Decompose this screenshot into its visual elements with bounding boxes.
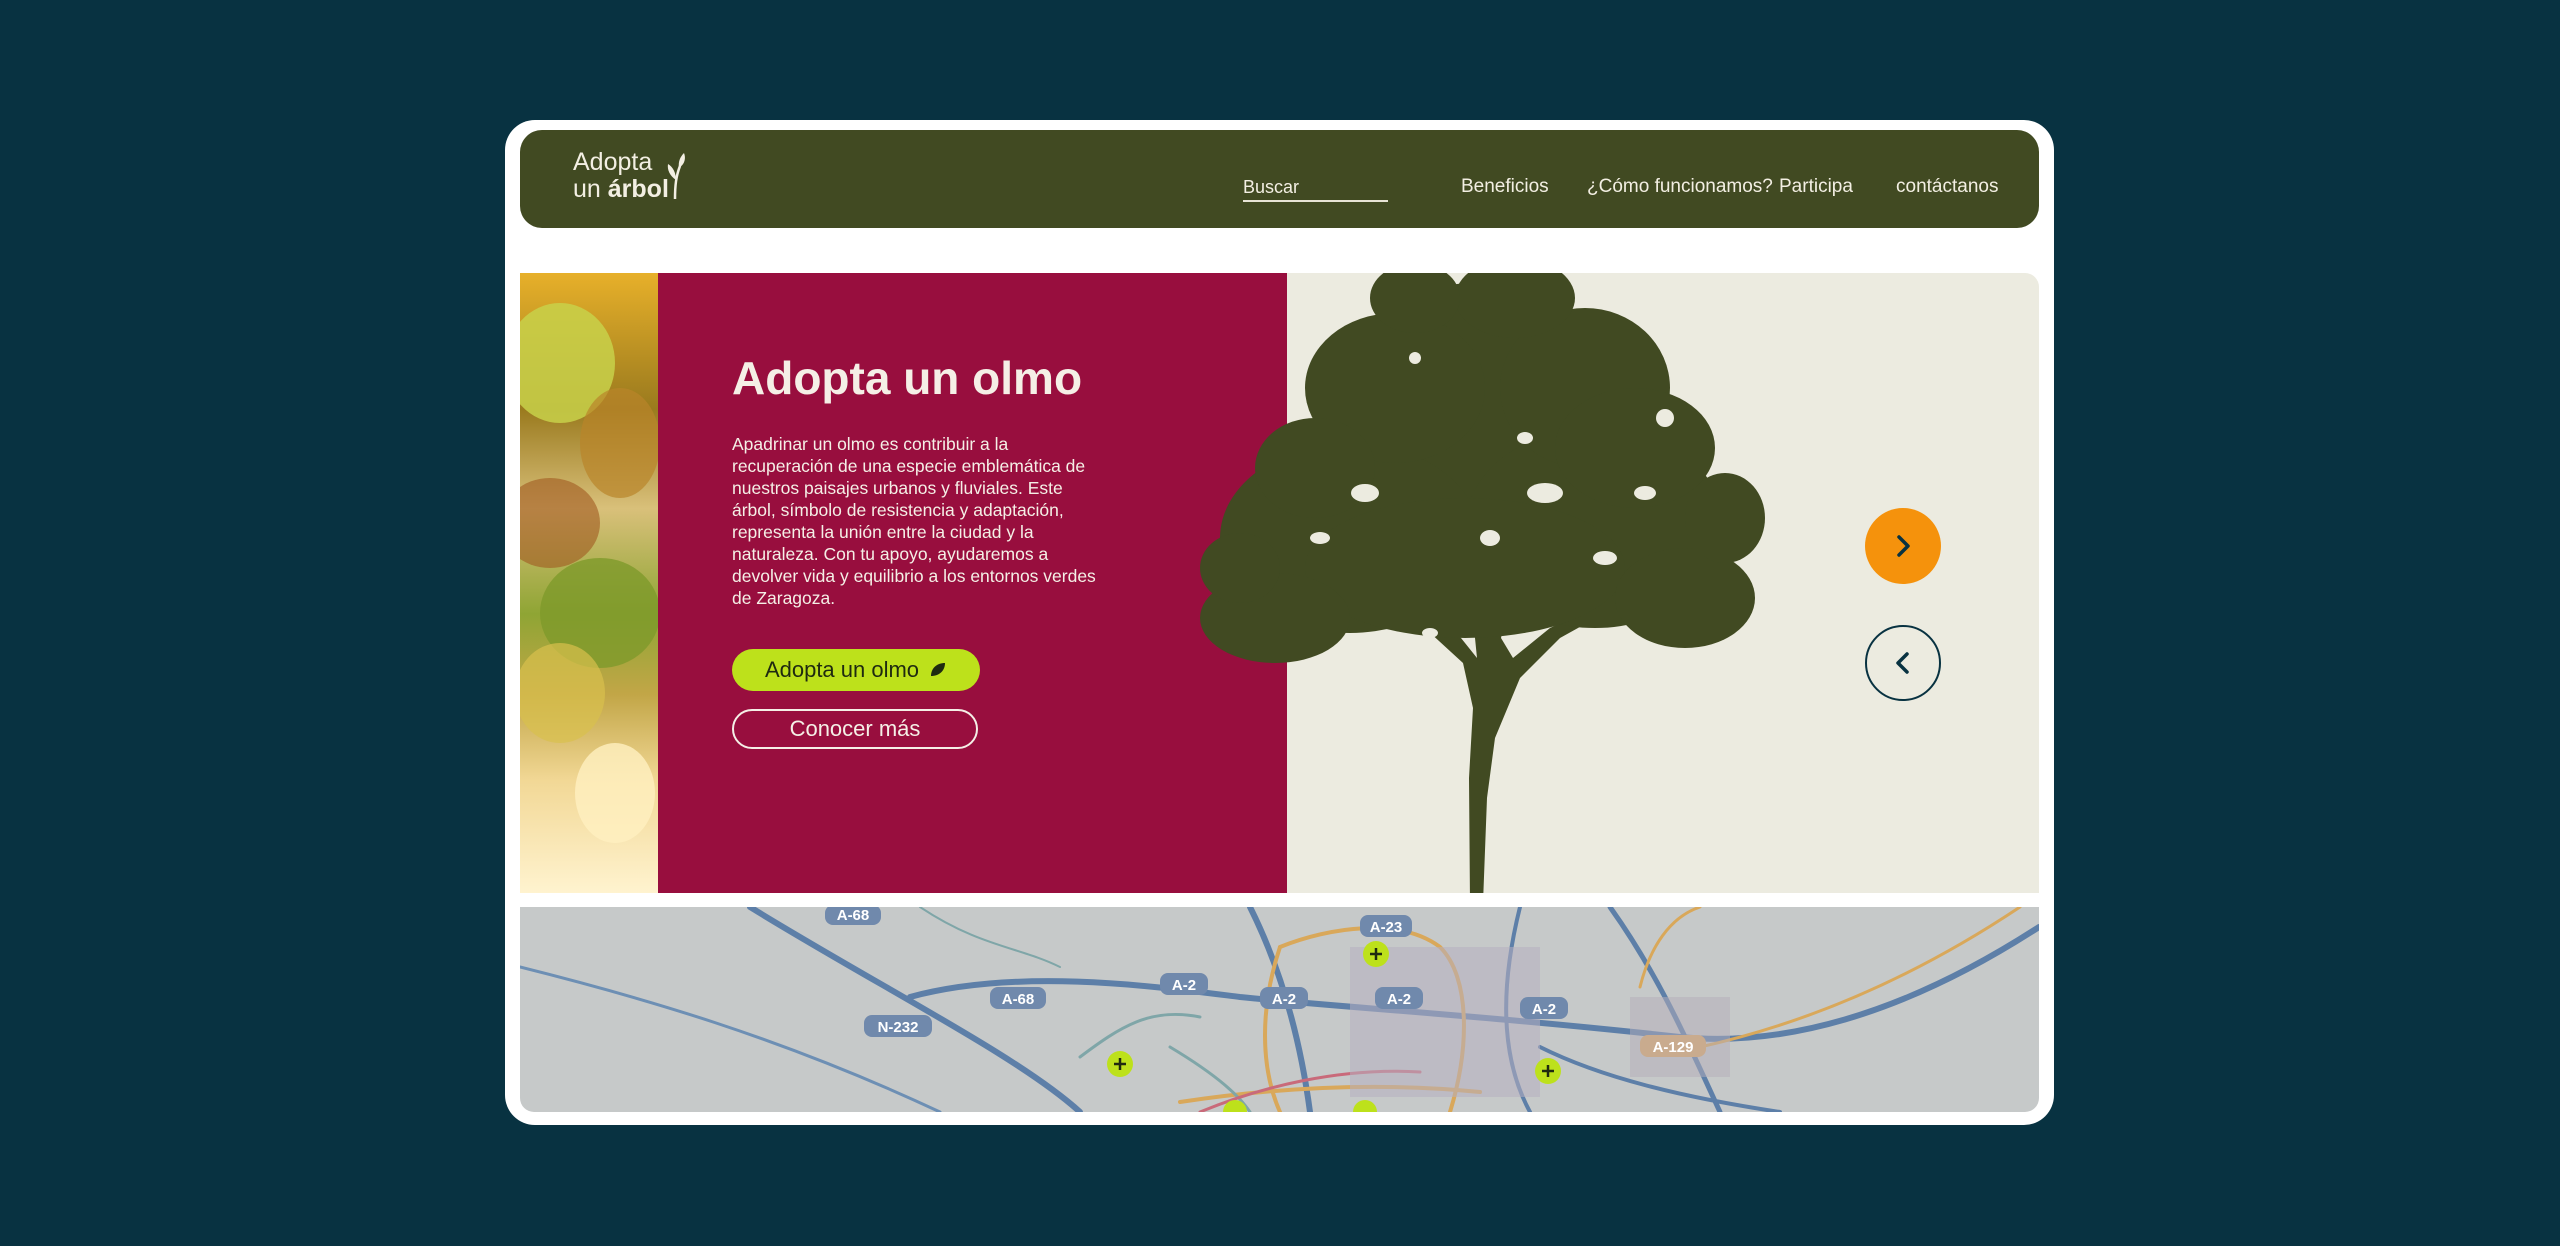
nav-link-participa[interactable]: Participa bbox=[1779, 176, 1853, 198]
adopt-button-label: Adopta un olmo bbox=[764, 657, 920, 682]
leaves-photo bbox=[520, 273, 660, 893]
elm-tree-illustration bbox=[1200, 273, 1765, 893]
svg-text:A-68: A-68 bbox=[1002, 991, 1035, 1008]
search-input[interactable] bbox=[1243, 174, 1388, 202]
sprout-icon bbox=[667, 153, 685, 200]
navbar: Adopta un árbol Beneficios ¿Cómo funcion… bbox=[520, 130, 2039, 228]
chevron-left-icon bbox=[1896, 652, 1909, 674]
hero-title: Adopta un olmo bbox=[732, 352, 1083, 404]
next-slide-button[interactable] bbox=[1865, 508, 1941, 584]
road-label-a2-east: A-2 bbox=[1375, 987, 1423, 1009]
svg-text:A-2: A-2 bbox=[1387, 991, 1411, 1008]
map-marker-add-icon[interactable] bbox=[1535, 1058, 1561, 1084]
nav-link-contactanos[interactable]: contáctanos bbox=[1896, 176, 1998, 198]
chevron-right-icon bbox=[1897, 535, 1910, 557]
road-label-a2-far-east: A-2 bbox=[1520, 997, 1568, 1019]
svg-text:A-23: A-23 bbox=[1370, 919, 1403, 936]
nav-link-beneficios[interactable]: Beneficios bbox=[1461, 176, 1549, 198]
learn-more-button[interactable]: Conocer más bbox=[732, 709, 978, 749]
adopt-button[interactable]: Adopta un olmo bbox=[732, 649, 980, 691]
map-marker-add-icon[interactable] bbox=[1363, 941, 1389, 967]
svg-text:A-2: A-2 bbox=[1532, 1001, 1556, 1018]
svg-text:A-2: A-2 bbox=[1172, 977, 1196, 994]
hero-description: Apadrinar un olmo es contribuir a la rec… bbox=[732, 434, 1096, 608]
road-label-a129: A-129 bbox=[1640, 1035, 1706, 1057]
road-label-a23: A-23 bbox=[1360, 915, 1412, 937]
svg-text:N-232: N-232 bbox=[878, 1019, 919, 1036]
road-label-a2-center: A-2 bbox=[1260, 987, 1308, 1009]
map-marker-partial[interactable] bbox=[1353, 1100, 1377, 1112]
logo-line-1: Adopta bbox=[573, 148, 653, 176]
tree-map[interactable]: A-68 A-23 A-68 A-2 A-2 A-2 A-2 N-232 A-1… bbox=[520, 907, 2039, 1112]
browser-frame: Adopta un árbol Beneficios ¿Cómo funcion… bbox=[505, 120, 2054, 1125]
road-label-a68-top: A-68 bbox=[825, 907, 881, 925]
leaf-icon bbox=[931, 663, 946, 676]
road-label-a68: A-68 bbox=[990, 987, 1046, 1009]
logo[interactable]: Adopta un árbol bbox=[573, 148, 685, 203]
road-label-n232: N-232 bbox=[864, 1015, 932, 1037]
svg-text:A-2: A-2 bbox=[1272, 991, 1296, 1008]
map-marker-add-icon[interactable] bbox=[1107, 1051, 1133, 1077]
previous-slide-button[interactable] bbox=[1865, 625, 1941, 701]
nav-link-como-funcionamos[interactable]: ¿Cómo funcionamos? bbox=[1587, 176, 1773, 198]
road-label-a2-west: A-2 bbox=[1160, 973, 1208, 995]
logo-line-2: un árbol bbox=[573, 175, 669, 203]
hero-slider: Adopta un olmo Apadrinar un olmo es cont… bbox=[520, 273, 2039, 893]
svg-text:A-129: A-129 bbox=[1653, 1039, 1694, 1056]
svg-text:A-68: A-68 bbox=[837, 907, 870, 924]
